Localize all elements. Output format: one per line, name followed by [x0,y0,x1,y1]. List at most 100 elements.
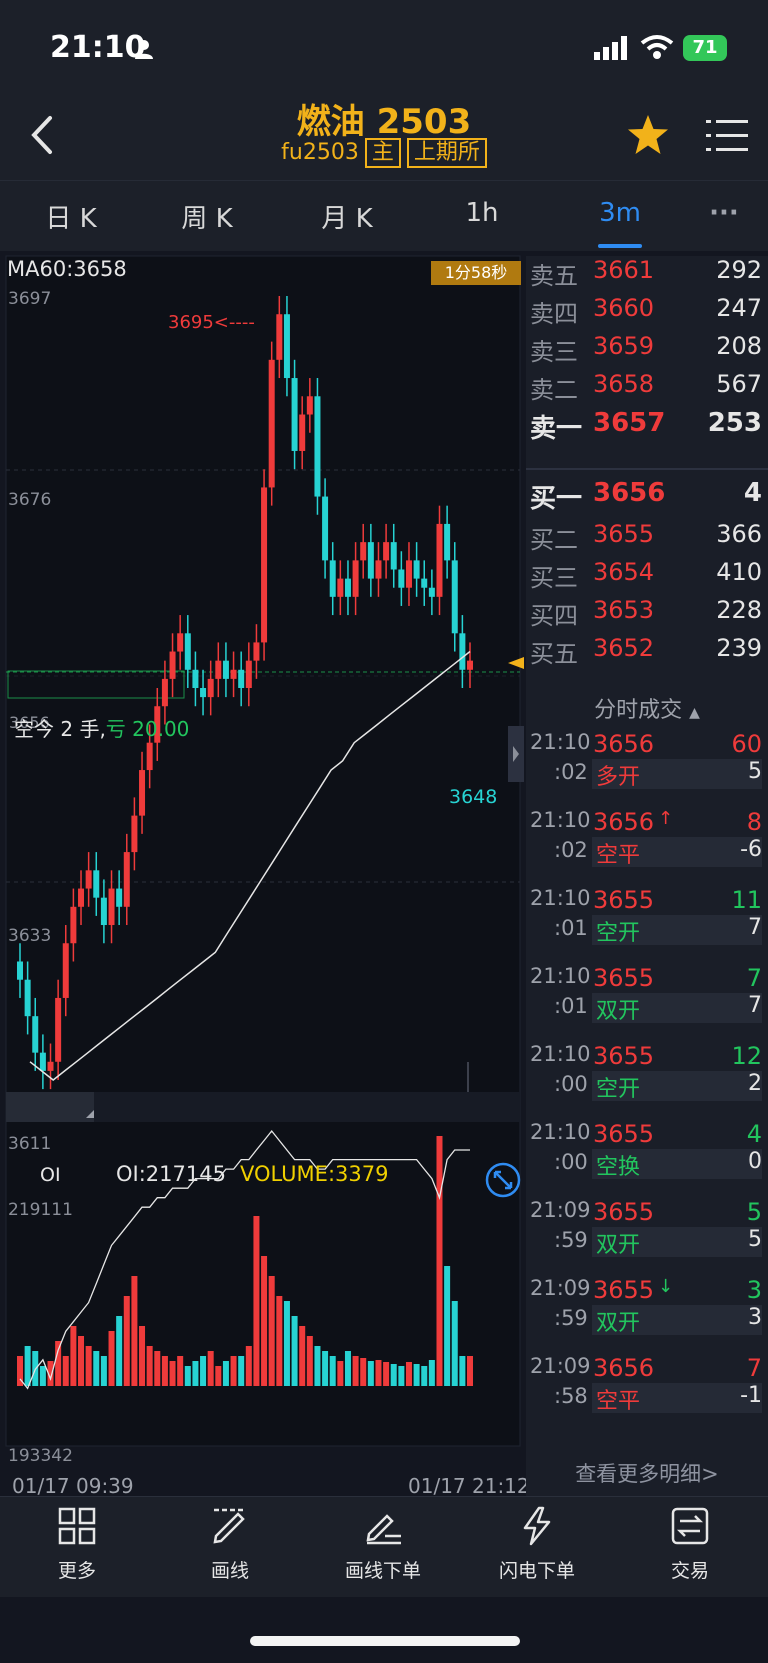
orderbook-price: 3658 [593,370,655,398]
tick-volume: 3 [746,1276,762,1304]
expand-icon[interactable] [484,1161,522,1199]
contract-code: fu2503 [281,140,359,165]
ask-row-5[interactable]: 卖五 3661 292 [530,256,762,290]
candle-body [161,678,168,707]
volume-bar [383,1362,390,1386]
volume-bar [238,1356,245,1386]
volume-bar [444,1266,451,1386]
ask-row-4[interactable]: 卖四 3660 247 [530,294,762,328]
bid-row-3[interactable]: 买三 3654 410 [530,558,762,592]
person-icon [135,40,153,59]
y-axis-label-top: 3697 [8,289,52,309]
tick-price: 3655 [593,1276,655,1304]
tick-seconds: :01 [554,916,588,940]
tab-1h[interactable]: 1h [437,198,527,228]
date-start: 01/17 09:39 [12,1474,134,1498]
volume-bar [421,1366,428,1386]
volume-bar [261,1256,268,1386]
candle-body [428,587,435,597]
candle-body [169,651,176,679]
orderbook-level-label: 卖四 [530,300,578,328]
bid-row-2[interactable]: 买二 3655 366 [530,520,762,554]
volume-bar [467,1356,473,1386]
tick-type: 空平 [596,843,641,868]
candle-body [116,888,123,907]
bid-row-1[interactable]: 买一 3656 4 [530,478,762,514]
orderbook-volume: 4 [743,478,762,508]
tick-time: 21:09 [530,1354,591,1378]
volume-bar [253,1216,260,1386]
bid-row-5[interactable]: 买五 3652 239 [530,634,762,668]
volume-bar [276,1296,283,1386]
toolbar-draw-order-button[interactable]: 画线下单 [328,1506,438,1583]
volume-bar [451,1301,458,1386]
ask-row-3[interactable]: 卖三 3659 208 [530,332,762,366]
volume-bar [146,1346,153,1386]
volume-bar [314,1346,321,1386]
indicator-tab-oi[interactable] [6,1092,94,1122]
bid-row-4[interactable]: 买四 3653 228 [530,596,762,630]
tick-volume: 11 [731,886,762,914]
volume-bar [177,1356,184,1386]
orderbook-volume: 253 [707,408,762,438]
candle-body [467,660,473,670]
orderbook-volume: 366 [716,520,762,548]
toolbar-flash-order-button[interactable]: 闪电下单 [482,1506,592,1583]
sub-axis-bottom: 193342 [8,1446,73,1466]
tab-weekly-k[interactable]: 周 K [162,198,252,235]
bar-countdown: 1分58秒 [431,261,521,285]
volume-bar [78,1336,85,1386]
tick-volume: 60 [731,730,762,758]
orderbook-price: 3660 [593,294,655,322]
toolbar-draw-line-button[interactable]: 画线 [175,1506,285,1583]
grid-icon [58,1507,96,1545]
tick-row: 21:10:00 3655 12 空开 2 [530,1042,762,1118]
tick-price: 3655 [593,1120,655,1148]
more-tabs-icon[interactable]: ··· [679,198,768,228]
favorite-star-icon[interactable] [625,112,671,158]
candle-body [329,560,336,597]
tick-seconds: :00 [554,1072,588,1096]
orderbook-volume: 410 [716,558,762,586]
home-indicator [250,1636,520,1646]
tick-seconds: :02 [554,760,588,784]
candle-body [291,378,298,451]
menu-icon[interactable] [706,116,748,156]
volume-bar [322,1351,329,1386]
tick-time: 21:10 [530,1042,591,1066]
tick-volume: 7 [746,964,762,992]
candle-body [17,961,23,980]
orderbook-price: 3653 [593,596,655,624]
toolbar-trade-button[interactable]: 交易 [635,1506,745,1583]
tab-3m[interactable]: 3m [575,198,665,228]
orderbook-volume: 228 [716,596,762,624]
tick-row: 21:10:01 3655 11 空开 7 [530,886,762,962]
volume-bar [62,1356,69,1386]
tab-daily-k[interactable]: 日 K [26,198,116,235]
candle-body [299,414,306,451]
tick-time: 21:10 [530,1120,591,1144]
kline-chart[interactable] [0,250,526,1496]
ask-row-1[interactable]: 卖一 3657 253 [530,408,762,444]
indicator-tab-label: OI [40,1164,61,1186]
volume-bar [375,1360,382,1386]
orderbook-level-label: 买三 [530,564,578,592]
volume-bar [306,1336,313,1386]
volume-bar [413,1364,420,1386]
tick-oi-change: 5 [748,759,762,784]
tab-monthly-k[interactable]: 月 K [302,198,392,235]
candle-body [32,1016,39,1053]
candle-body [192,669,199,688]
ticks-header[interactable]: 分时成交 ▲ [526,692,768,724]
tick-seconds: :59 [554,1306,588,1330]
position-info[interactable]: 空今 2 手,亏 20.00 [14,713,189,742]
toolbar-more-button[interactable]: 更多 [22,1506,132,1583]
view-more-details-link[interactable]: 查看更多明细> [526,1458,768,1488]
volume-bar [123,1296,130,1386]
min-price-marker: 3648 [449,786,498,808]
tick-price: 3656 [593,730,655,758]
tick-volume: 4 [746,1120,762,1148]
orderbook-price: 3659 [593,332,655,360]
ask-row-2[interactable]: 卖二 3658 567 [530,370,762,404]
volume-bar [405,1362,412,1386]
